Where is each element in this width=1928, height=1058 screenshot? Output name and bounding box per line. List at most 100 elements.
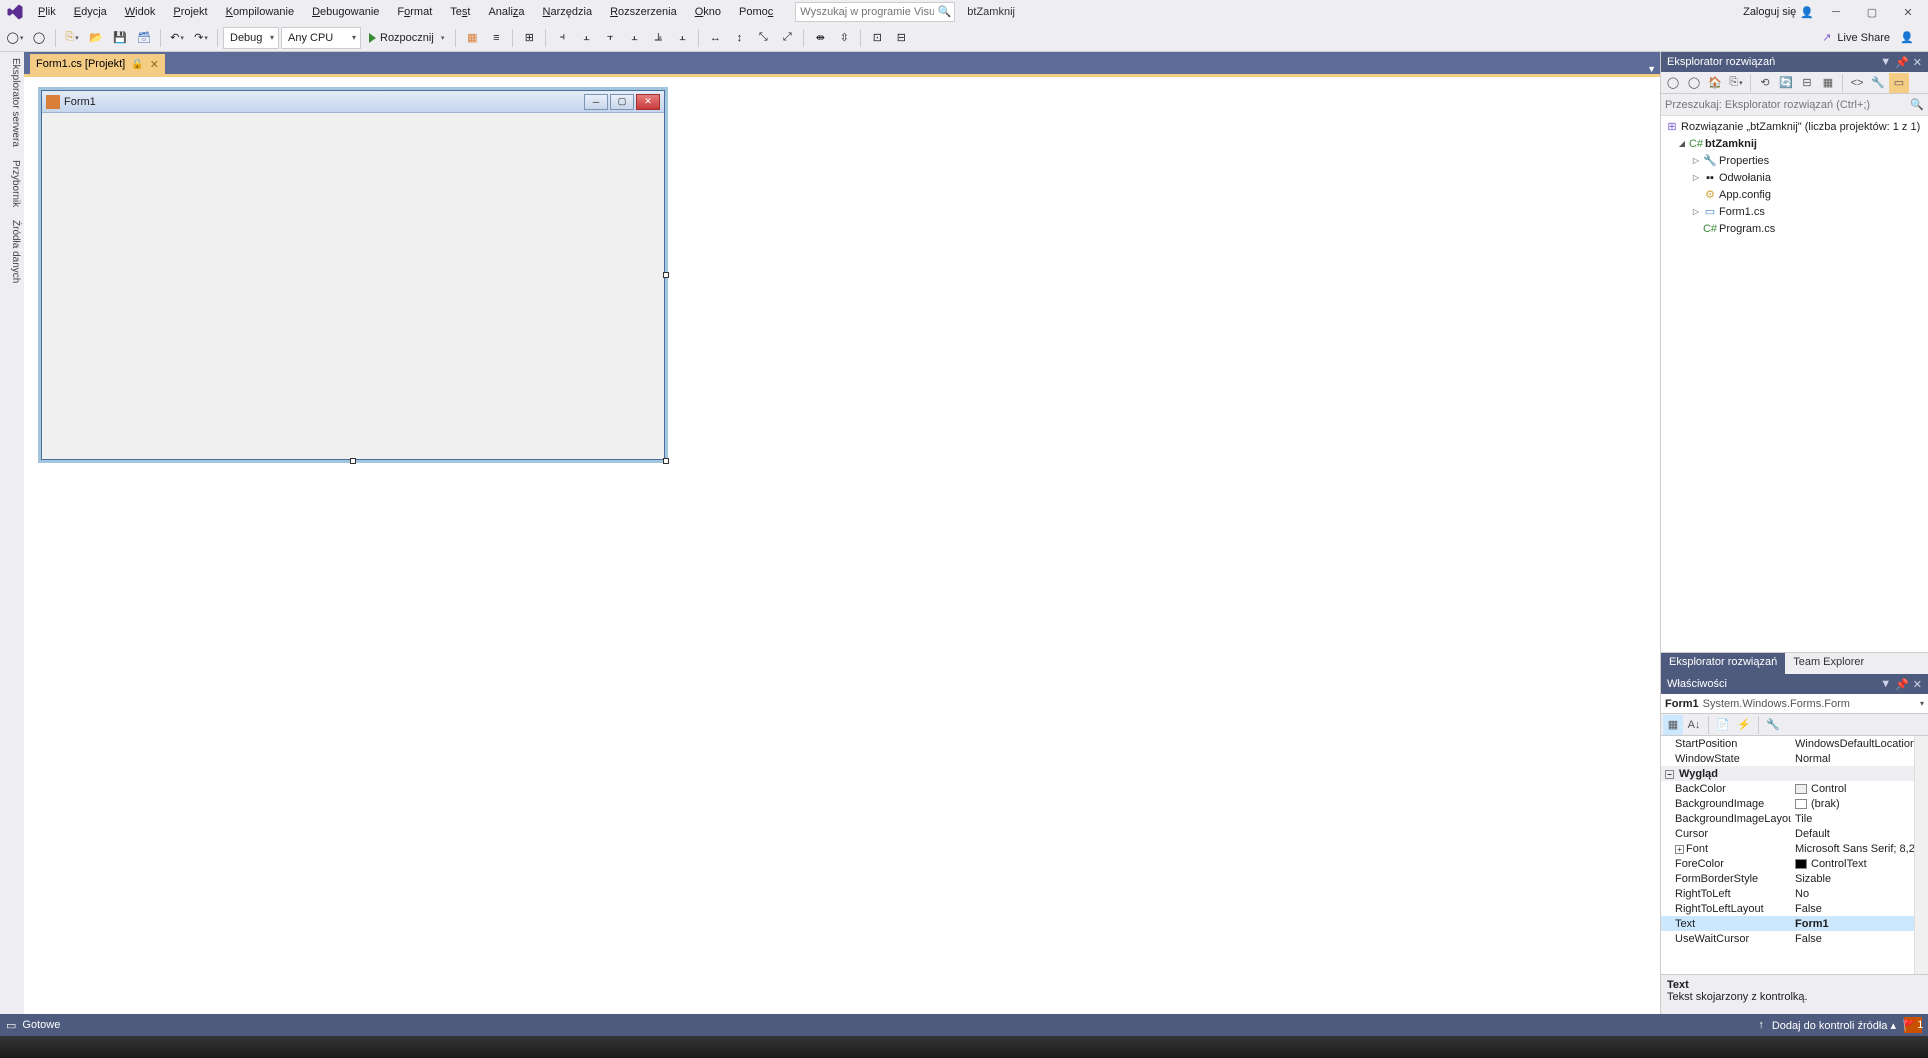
- menu-narzedzia[interactable]: Narzędzia: [535, 4, 601, 20]
- panel-dropdown-icon[interactable]: ▼: [1880, 56, 1891, 69]
- layout-btn-1[interactable]: ▦: [461, 27, 483, 49]
- refresh-icon[interactable]: 🔄: [1776, 73, 1796, 93]
- menu-format[interactable]: Format: [389, 4, 440, 20]
- sol-switch-button[interactable]: ⎘: [1726, 73, 1746, 93]
- server-explorer-tab[interactable]: Eksplorator serwera: [0, 52, 24, 154]
- align-top-button[interactable]: ⫠: [623, 27, 645, 49]
- minimize-button[interactable]: ─: [1822, 2, 1850, 22]
- data-sources-tab[interactable]: Źródła danych: [0, 214, 24, 290]
- resize-handle-right[interactable]: [663, 272, 669, 278]
- property-object-combo[interactable]: Form1 System.Windows.Forms.Form: [1661, 694, 1928, 714]
- property-row[interactable]: UseWaitCursorFalse: [1661, 931, 1928, 946]
- feedback-button[interactable]: 👤: [1896, 27, 1918, 49]
- view-code-button[interactable]: <>: [1847, 73, 1867, 93]
- designer-surface[interactable]: Form1 ─ ▢ ✕: [24, 74, 1660, 1014]
- property-grid[interactable]: StartPositionWindowsDefaultLocationWindo…: [1661, 736, 1928, 974]
- menu-projekt[interactable]: Projekt: [165, 4, 215, 20]
- tab-close-icon[interactable]: ✕: [150, 58, 159, 71]
- menu-plik[interactable]: Plik: [30, 4, 64, 20]
- property-row[interactable]: RightToLeftLayoutFalse: [1661, 901, 1928, 916]
- property-category[interactable]: − Wygląd: [1661, 766, 1928, 781]
- tree-form-node[interactable]: ▷ ▭ Form1.cs: [1661, 203, 1928, 220]
- menu-kompilowanie[interactable]: Kompilowanie: [218, 4, 303, 20]
- expand-icon[interactable]: +: [1675, 845, 1684, 854]
- liveshare-button[interactable]: Live Share: [1837, 32, 1890, 44]
- collapse-all-button[interactable]: ⊟: [1797, 73, 1817, 93]
- vspace-button[interactable]: ⇳: [833, 27, 855, 49]
- property-row[interactable]: +FontMicrosoft Sans Serif; 8,25pt: [1661, 841, 1928, 856]
- preview-button[interactable]: ▭: [1889, 73, 1909, 93]
- menu-test[interactable]: Test: [442, 4, 478, 20]
- quick-launch-input[interactable]: [795, 2, 955, 22]
- align-right-button[interactable]: ⫟: [599, 27, 621, 49]
- sol-back-button[interactable]: ◯: [1663, 73, 1683, 93]
- undo-button[interactable]: ↶: [166, 27, 188, 49]
- search-icon[interactable]: 🔍: [938, 5, 952, 18]
- property-row[interactable]: FormBorderStyleSizable: [1661, 871, 1928, 886]
- align-grid-button[interactable]: ⊞: [518, 27, 540, 49]
- tab-dropdown-icon[interactable]: ▼: [1647, 64, 1660, 74]
- layout-btn-2[interactable]: ≡: [485, 27, 507, 49]
- team-explorer-tab[interactable]: Team Explorer: [1785, 653, 1872, 674]
- align-bottom-button[interactable]: ⫠: [671, 27, 693, 49]
- expander-icon[interactable]: ▷: [1691, 156, 1701, 165]
- menu-okno[interactable]: Okno: [687, 4, 729, 20]
- save-all-button[interactable]: 🗃: [133, 27, 155, 49]
- maximize-button[interactable]: ▢: [1858, 2, 1886, 22]
- config-combo[interactable]: Debug: [223, 27, 279, 49]
- size-both-button[interactable]: ⤡: [752, 27, 774, 49]
- save-button[interactable]: 💾: [109, 27, 131, 49]
- property-row[interactable]: RightToLeftNo: [1661, 886, 1928, 901]
- property-row[interactable]: BackgroundImage(brak): [1661, 796, 1928, 811]
- prop-page-button[interactable]: 📄: [1713, 715, 1733, 735]
- solution-search-input[interactable]: [1665, 99, 1910, 111]
- events-button[interactable]: ⚡: [1734, 715, 1754, 735]
- expander-icon[interactable]: ▷: [1691, 173, 1701, 182]
- properties-icon[interactable]: 🔧: [1868, 73, 1888, 93]
- align-middle-button[interactable]: ⫡: [647, 27, 669, 49]
- prop-wrench-button[interactable]: 🔧: [1763, 715, 1783, 735]
- menu-widok[interactable]: Widok: [117, 4, 164, 20]
- home-icon[interactable]: 🏠: [1705, 73, 1725, 93]
- expander-icon[interactable]: ▷: [1691, 207, 1701, 216]
- resize-handle-corner[interactable]: [663, 458, 669, 464]
- solution-explorer-tab[interactable]: Eksplorator rozwiązań: [1661, 653, 1785, 674]
- property-row[interactable]: BackColorControl: [1661, 781, 1928, 796]
- menu-edycja[interactable]: Edycja: [66, 4, 115, 20]
- sign-in-button[interactable]: Zaloguj się 👤: [1743, 6, 1814, 19]
- sol-sync-button[interactable]: ⟲: [1755, 73, 1775, 93]
- start-debug-button[interactable]: Rozpocznij: [363, 27, 450, 49]
- alphabetical-button[interactable]: A↓: [1684, 715, 1704, 735]
- property-row[interactable]: StartPositionWindowsDefaultLocation: [1661, 736, 1928, 751]
- hspace-button[interactable]: ⇼: [809, 27, 831, 49]
- menu-rozszerzenia[interactable]: Rozszerzenia: [602, 4, 685, 20]
- expander-icon[interactable]: ◢: [1677, 139, 1687, 148]
- panel-dropdown-icon[interactable]: ▼: [1880, 678, 1891, 691]
- menu-pomoc[interactable]: Pomoc: [731, 4, 781, 20]
- tree-program-node[interactable]: C# Program.cs: [1661, 220, 1928, 237]
- sol-fwd-button[interactable]: ◯: [1684, 73, 1704, 93]
- nav-back-button[interactable]: ◯: [4, 27, 26, 49]
- solution-tree[interactable]: ⊞ Rozwiązanie „btZamknij" (liczba projek…: [1661, 116, 1928, 652]
- panel-close-icon[interactable]: ✕: [1913, 678, 1922, 691]
- tree-solution-node[interactable]: ⊞ Rozwiązanie „btZamknij" (liczba projek…: [1661, 118, 1928, 135]
- tree-project-node[interactable]: ◢ C# btZamknij: [1661, 135, 1928, 152]
- align-left-button[interactable]: ⫞: [551, 27, 573, 49]
- toolbox-tab[interactable]: Przybornik: [0, 154, 24, 214]
- form-preview[interactable]: Form1 ─ ▢ ✕: [41, 90, 665, 460]
- center-h-button[interactable]: ⊡: [866, 27, 888, 49]
- open-file-button[interactable]: 📂: [85, 27, 107, 49]
- pin-icon[interactable]: 🔒: [131, 59, 143, 70]
- size-height-button[interactable]: ↕: [728, 27, 750, 49]
- tree-config-node[interactable]: ⚙ App.config: [1661, 186, 1928, 203]
- new-project-button[interactable]: ⎘: [61, 27, 83, 49]
- categorized-button[interactable]: ▦: [1663, 715, 1683, 735]
- document-tab[interactable]: Form1.cs [Projekt] 🔒 ✕: [30, 54, 165, 74]
- nav-forward-button[interactable]: ◯: [28, 27, 50, 49]
- scrollbar[interactable]: [1914, 736, 1928, 974]
- property-row[interactable]: WindowStateNormal: [1661, 751, 1928, 766]
- platform-combo[interactable]: Any CPU: [281, 27, 361, 49]
- notification-badge[interactable]: 🚩1: [1904, 1017, 1922, 1033]
- menu-debugowanie[interactable]: Debugowanie: [304, 4, 387, 20]
- size-both-button2[interactable]: ⤢: [776, 27, 798, 49]
